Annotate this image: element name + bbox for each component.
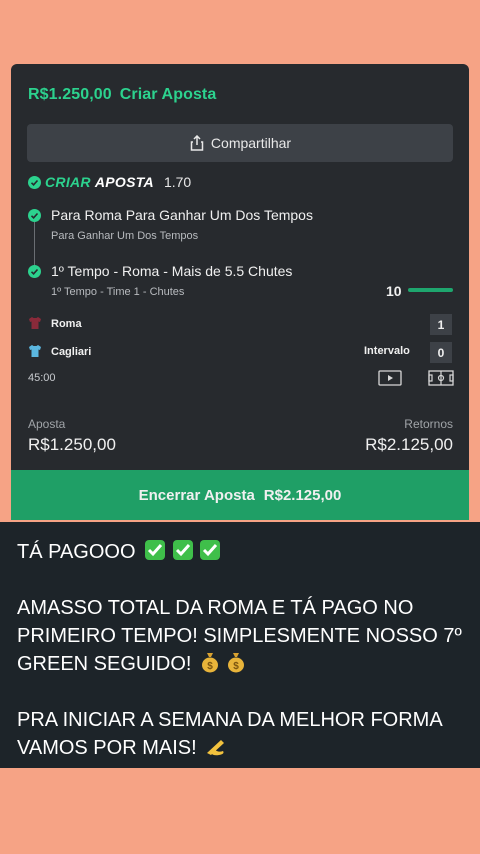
message-line: VAMOS POR MAIS! xyxy=(17,734,227,765)
check-mark-emoji-icon xyxy=(144,539,221,569)
shots-count: 10 xyxy=(386,283,402,299)
selection-title: 1º Tempo - Roma - Mais de 5.5 Chutes xyxy=(51,263,293,279)
stake-value: R$1.250,00 xyxy=(28,435,116,454)
cashout-button[interactable]: Encerrar Aposta R$2.125,00 xyxy=(11,470,469,520)
message-line: GREEN SEGUIDO! $ $ xyxy=(17,650,246,681)
share-button[interactable]: Compartilhar xyxy=(27,124,453,162)
roma-score: 1 xyxy=(430,314,452,335)
shots-progress-bar xyxy=(408,288,453,292)
message-text: GREEN SEGUIDO! xyxy=(17,653,192,675)
roma-jersey-icon xyxy=(29,317,41,329)
cashout-value: R$2.125,00 xyxy=(263,486,342,504)
check-circle-icon xyxy=(28,265,41,278)
team-name-roma: Roma xyxy=(51,318,82,330)
cashout-label: Encerrar Aposta xyxy=(138,486,255,504)
pitch-icon[interactable] xyxy=(428,370,454,386)
stake-header: R$1.250,00 xyxy=(28,86,112,103)
check-circle-icon xyxy=(28,175,41,189)
message-text: TÁ PAGOOO xyxy=(17,541,136,563)
create-bet-label: Criar Aposta xyxy=(119,86,217,103)
money-bag-emoji-icon: $ $ xyxy=(200,651,246,681)
message-caption: TÁ PAGOOO AMASSO TOTAL DA ROMA E TÁ PAGO… xyxy=(0,522,480,768)
message-line: PRIMEIRO TEMPO! SIMPLESMENTE NOSSO 7º xyxy=(17,625,462,647)
returns-label: Retornos xyxy=(404,417,453,431)
share-label: Compartilhar xyxy=(210,135,292,151)
odds-value: 1.70 xyxy=(163,174,192,190)
cagliari-score: 0 xyxy=(430,342,452,363)
check-circle-icon xyxy=(28,209,41,222)
message-line: TÁ PAGOOO xyxy=(17,538,221,569)
svg-text:$: $ xyxy=(233,661,239,672)
message-text: VAMOS POR MAIS! xyxy=(17,737,197,759)
match-time: 45:00 xyxy=(28,372,56,384)
writing-hand-emoji-icon xyxy=(205,737,227,765)
share-icon xyxy=(190,135,204,151)
selection-connector xyxy=(34,215,35,270)
returns-value: R$2.125,00 xyxy=(365,435,453,454)
criar-label: CRIAR xyxy=(45,174,91,190)
selection-title: Para Roma Para Ganhar Um Dos Tempos xyxy=(51,207,313,223)
team-name-cagliari: Cagliari xyxy=(51,346,92,358)
svg-text:$: $ xyxy=(207,661,213,672)
selection-subtitle: Para Ganhar Um Dos Tempos xyxy=(51,230,199,242)
bet-builder-row: CRIAR APOSTA 1.70 xyxy=(28,174,191,190)
bet-headline: R$1.250,00 Criar Aposta xyxy=(28,86,224,104)
tv-play-icon[interactable] xyxy=(378,370,402,386)
bet-slip-panel: R$1.250,00 Criar Aposta Compartilhar CRIA… xyxy=(11,64,469,520)
message-line: AMASSO TOTAL DA ROMA E TÁ PAGO NO xyxy=(17,597,414,619)
match-status: Intervalo xyxy=(364,345,410,357)
message-line: PRA INICIAR A SEMANA DA MELHOR FORMA xyxy=(17,709,443,731)
aposta-label: APOSTA xyxy=(94,174,154,190)
cagliari-jersey-icon xyxy=(29,345,41,357)
selection-subtitle: 1º Tempo - Time 1 - Chutes xyxy=(51,286,185,298)
stake-label: Aposta xyxy=(28,417,66,431)
